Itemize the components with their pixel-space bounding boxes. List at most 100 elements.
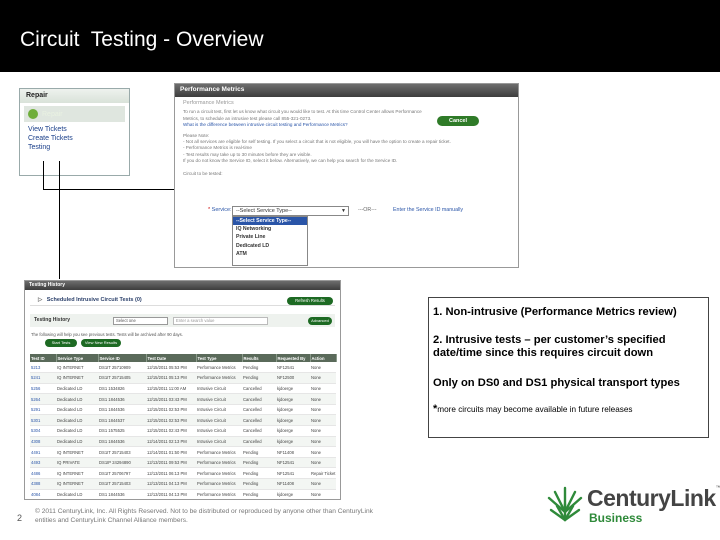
- table-cell: Performance Metrics: [196, 446, 242, 458]
- test-id-link[interactable]: 4486: [30, 467, 56, 480]
- test-id-link[interactable]: 4308: [30, 436, 56, 448]
- column-header[interactable]: Test Type: [196, 354, 243, 362]
- test-id-link[interactable]: 4084: [30, 489, 56, 499]
- table-cell: Dedicated LD: [56, 383, 98, 395]
- table-row[interactable]: 4388 IQ INTERNET DS1IT 25715403 12/13/2011 …: [30, 478, 336, 490]
- table-cell: Intrusive Circuit: [196, 383, 242, 395]
- search-label: Testing History: [34, 317, 71, 323]
- testing-history-panel: Testing History ▷ Scheduled Intrusive Ci…: [24, 280, 341, 500]
- table-cell: Pending: [242, 372, 276, 384]
- refresh-results-button[interactable]: Refresh Results: [287, 297, 333, 305]
- table-row[interactable]: 5301 Dedicated LD DS1 1844537 12/15/2011 02…: [30, 414, 336, 427]
- table-cell: kjdoerge: [276, 383, 310, 395]
- table-cell: 12/15/2011 05:53 PM: [146, 362, 196, 374]
- logo-wordmark: CenturyLink™: [587, 485, 720, 511]
- cancel-button[interactable]: Cancel: [437, 116, 479, 126]
- search-input[interactable]: Enter a search value: [173, 317, 268, 325]
- start-tests-button[interactable]: Start Tests: [45, 339, 77, 347]
- table-cell: DS1 1844537: [98, 414, 146, 427]
- table-row[interactable]: 4308 Dedicated LD DS1 1844536 12/14/2011 02…: [30, 436, 336, 448]
- table-cell: Cancelled: [242, 404, 276, 416]
- repair-icon: [28, 109, 38, 119]
- test-id-link[interactable]: 4493: [30, 457, 56, 469]
- repair-nav-item-create-tickets[interactable]: Create Tickets: [20, 134, 129, 143]
- table-cell: 12/15/2011 02:53 PM: [146, 414, 196, 427]
- table-row[interactable]: 5241 IQ INTERNET DS1IT 25715405 12/15/2011 …: [30, 372, 336, 384]
- table-cell: 12/15/2011 05:13 PM: [146, 372, 196, 384]
- test-id-link[interactable]: 5213: [30, 362, 56, 374]
- callout-line-2: 2. Intrusive tests – per customer’s spec…: [433, 334, 666, 359]
- test-id-link[interactable]: 4491: [30, 446, 56, 458]
- table-cell: Intrusive Circuit: [196, 414, 242, 427]
- test-id-link[interactable]: 5264: [30, 393, 56, 405]
- table-row[interactable]: 4486 IQ INTERNET DS1IT 25706797 12/13/2011 …: [30, 467, 336, 480]
- table-cell: Dedicated LD: [56, 436, 98, 448]
- search-field-select[interactable]: Select one: [113, 317, 168, 325]
- service-option[interactable]: IQ Networking: [233, 225, 307, 233]
- table-cell: Intrusive Circuit: [196, 404, 242, 416]
- callout-line-3: Only on DS0 and DS1 physical transport t…: [433, 377, 680, 389]
- table-cell: 12/13/2011 04:13 PM: [146, 478, 196, 490]
- service-type-select[interactable]: --Select Service Type-- ▼: [232, 206, 349, 216]
- table-row[interactable]: 5291 Dedicated LD DS1 1844536 12/15/2011 02…: [30, 404, 336, 416]
- table-cell: IQ INTERNET: [56, 478, 98, 490]
- table-cell: 12/15/2011 02:53 PM: [146, 404, 196, 416]
- repair-nav-item-testing[interactable]: Testing: [20, 143, 129, 152]
- table-row[interactable]: 5264 Dedicated LD DS1 1844536 12/15/2011 03…: [30, 393, 336, 405]
- column-header[interactable]: Service ID: [98, 354, 147, 362]
- table-cell: Pending: [242, 446, 276, 458]
- test-id-link[interactable]: 5301: [30, 414, 56, 427]
- table-row[interactable]: 5256 Dedicated LD DS1 1534826 12/15/2011 11…: [30, 383, 336, 395]
- table-cell: None: [310, 457, 336, 469]
- logo-business: Business: [589, 511, 643, 525]
- table-cell: Dedicated LD: [56, 425, 98, 437]
- table-cell: DS1 1534826: [98, 383, 146, 395]
- service-type-select-value: --Select Service Type--: [236, 208, 292, 214]
- table-row[interactable]: 5304 Dedicated LD DS1 1575525 12/15/2011 02…: [30, 425, 336, 437]
- service-option[interactable]: --Select Service Type--: [233, 217, 307, 226]
- table-cell: None: [310, 414, 336, 427]
- circuit-label: Circuit to be tested:: [183, 170, 223, 176]
- table-row[interactable]: 4493 IQ PRIVATE DS1IP 24294890 12/13/2011 0…: [30, 457, 336, 469]
- table-row[interactable]: 5213 IQ INTERNET DS1IT 25710909 12/15/2011 …: [30, 362, 336, 374]
- manual-service-id-link[interactable]: Enter the Service ID manually: [393, 207, 463, 213]
- performance-metrics-intro: To run a circuit test, first let us know…: [183, 109, 422, 121]
- table-cell: Pending: [242, 489, 276, 499]
- service-label: * Service:: [208, 207, 232, 213]
- test-id-link[interactable]: 5291: [30, 404, 56, 416]
- table-cell: None: [310, 446, 336, 458]
- table-cell: 12/15/2011 02:43 PM: [146, 425, 196, 437]
- table-cell: Cancelled: [242, 383, 276, 395]
- callout-box: 1. Non-intrusive (Performance Metrics re…: [428, 297, 709, 438]
- table-cell: kjdoerge: [276, 436, 310, 448]
- testing-history-table: Test ID Service Type Service ID Test Date Te…: [30, 354, 337, 499]
- table-cell: DS1IP 24294890: [98, 457, 146, 469]
- table-cell: DS1 1844536: [98, 489, 146, 499]
- repair-nav-active-item[interactable]: Repair: [24, 106, 125, 122]
- column-header[interactable]: Requested By: [276, 354, 311, 362]
- service-option[interactable]: ATM: [233, 250, 307, 258]
- repair-nav-item-view-tickets[interactable]: View Tickets: [20, 125, 129, 134]
- service-type-dropdown: --Select Service Type-- IQ Networking Pr…: [232, 216, 308, 266]
- test-id-link[interactable]: 5256: [30, 383, 56, 395]
- table-row[interactable]: 4491 IQ INTERNET DS1IT 25715403 12/14/2011 …: [30, 446, 336, 458]
- table-cell: Pending: [242, 457, 276, 469]
- column-header[interactable]: Test Date: [146, 354, 197, 362]
- test-id-link[interactable]: 4388: [30, 478, 56, 490]
- test-id-link[interactable]: 5304: [30, 425, 56, 437]
- service-option[interactable]: Dedicated LD: [233, 242, 307, 250]
- table-cell: 12/13/2011 06:13 PM: [146, 467, 196, 480]
- column-header[interactable]: Test ID: [30, 354, 57, 362]
- view-new-results-button[interactable]: View New Results: [81, 339, 121, 347]
- column-header[interactable]: Service Type: [56, 354, 99, 362]
- column-header[interactable]: Action: [310, 354, 337, 362]
- table-cell: DS1IT 25715403: [98, 446, 146, 458]
- column-header[interactable]: Results: [242, 354, 277, 362]
- test-id-link[interactable]: 5241: [30, 372, 56, 384]
- advanced-search-button[interactable]: Advanced: [308, 317, 332, 325]
- table-cell: NF12541: [276, 467, 310, 480]
- repair-nav-active-label: Repair: [42, 110, 63, 118]
- service-option[interactable]: Private Line: [233, 233, 307, 241]
- table-cell: 12/13/2011 04:13 PM: [146, 489, 196, 499]
- table-row[interactable]: 4084 Dedicated LD DS1 1844536 12/13/2011 04…: [30, 489, 336, 499]
